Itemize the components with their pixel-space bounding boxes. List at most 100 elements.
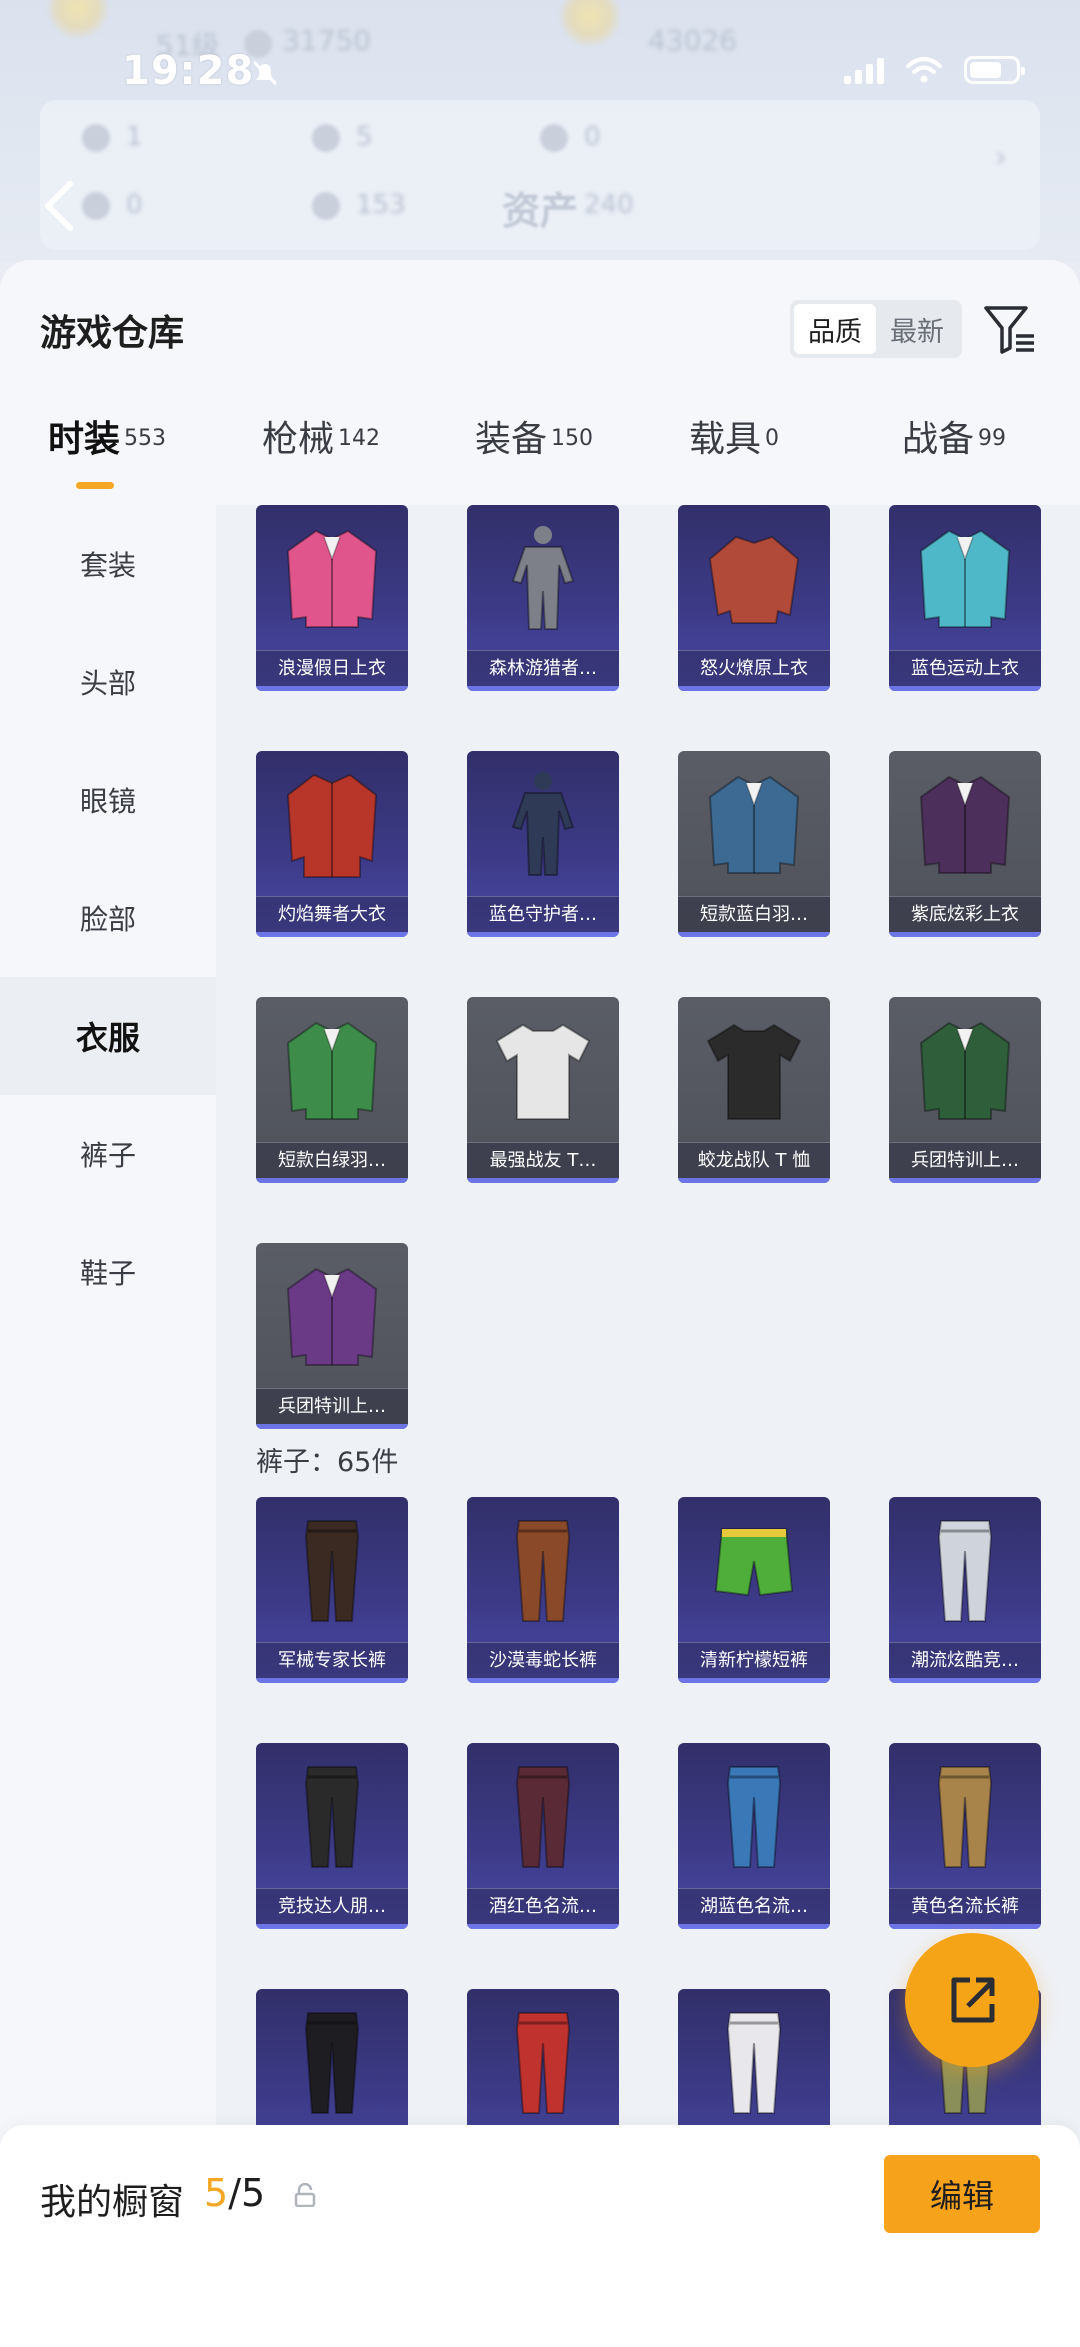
item-name: 怒火燎原上衣 (678, 650, 830, 686)
item-grid: 裤子：65件 浪漫假日上衣 森林游猎者… 怒火燎原上衣 蓝色运动上衣 灼焰舞者大… (216, 505, 1080, 2347)
outfit-icon (511, 526, 575, 630)
pants-icon (304, 1520, 360, 1622)
pants-section-heading: 裤子：65件 (256, 1447, 399, 1478)
tshirt-icon (706, 1023, 802, 1120)
item-name: 短款蓝白羽… (678, 896, 830, 932)
status-icons (844, 56, 1025, 84)
page-title: 游戏仓库 (40, 313, 185, 354)
item-name: 潮流炫酷竞… (889, 1642, 1041, 1678)
edit-button[interactable]: 编辑 (884, 2155, 1040, 2233)
clothing-card[interactable]: 蓝色运动上衣 (889, 505, 1041, 691)
lock-icon (294, 2183, 316, 2207)
nav-title: 资产 (501, 189, 578, 233)
rarity-bar (256, 1924, 408, 1929)
sidebar-item-head[interactable]: 头部 (0, 623, 216, 741)
pants-icon (726, 2012, 782, 2114)
clothing-card[interactable]: 浪漫假日上衣 (256, 505, 408, 691)
sweater-icon (708, 535, 800, 624)
clothing-card[interactable]: 短款蓝白羽… (678, 751, 830, 937)
filter-button[interactable] (982, 302, 1038, 358)
pants-icon (937, 1766, 993, 1868)
sort-newest-button[interactable]: 最新 (876, 304, 958, 354)
item-name: 最强战友 T… (467, 1142, 619, 1178)
pants-icon (304, 1766, 360, 1868)
rank-emblem-icon (48, 0, 108, 38)
sidebar-item-clothes[interactable]: 衣服 (0, 977, 216, 1095)
item-name: 竞技达人朋… (256, 1888, 408, 1924)
back-button[interactable] (40, 176, 80, 236)
battery-icon (964, 56, 1025, 84)
pants-card[interactable]: 酒红色名流… (467, 1743, 619, 1929)
coat-icon (286, 773, 378, 878)
tab-guns[interactable]: 枪械 142 (262, 410, 380, 505)
pants-card[interactable]: 沙漠毒蛇长裤 (467, 1497, 619, 1683)
clothing-card[interactable]: 兵团特训上… (889, 997, 1041, 1183)
rarity-bar (678, 1924, 830, 1929)
share-button[interactable] (905, 1933, 1039, 2067)
pants-card[interactable]: 清新柠檬短裤 (678, 1497, 830, 1683)
shorts-icon (714, 1528, 794, 1597)
clothing-card[interactable]: 怒火燎原上衣 (678, 505, 830, 691)
background-header: 51级 31750 43026 1 5 0 0 153 240 › 资产 19:… (0, 0, 1080, 262)
clothing-card[interactable]: 兵团特训上… (256, 1243, 408, 1429)
rarity-bar (467, 1924, 619, 1929)
jacket-icon (919, 1021, 1011, 1120)
share-icon (951, 1977, 995, 2023)
pants-icon (515, 1520, 571, 1622)
rarity-bar (467, 1178, 619, 1183)
pants-card[interactable]: 竞技达人朋… (256, 1743, 408, 1929)
sidebar-item-glasses[interactable]: 眼镜 (0, 741, 216, 859)
sidebar-item-outfits[interactable]: 套装 (0, 505, 216, 623)
tab-label: 枪械 (262, 419, 335, 460)
rarity-bar (467, 1678, 619, 1683)
pants-icon (726, 1766, 782, 1868)
chevron-right-icon: › (995, 140, 1007, 175)
pants-icon (304, 2012, 360, 2114)
clothing-card[interactable]: 紫底炫彩上衣 (889, 751, 1041, 937)
pants-icon (937, 1520, 993, 1622)
item-name: 沙漠毒蛇长裤 (467, 1642, 619, 1678)
rarity-bar (889, 686, 1041, 691)
item-name: 短款白绿羽… (256, 1142, 408, 1178)
rarity-bar (256, 1678, 408, 1683)
signal-icon (844, 56, 884, 84)
clothing-card[interactable]: 灼焰舞者大衣 (256, 751, 408, 937)
rarity-bar (889, 1924, 1041, 1929)
sort-toggle: 品质 最新 (790, 300, 962, 358)
item-name: 黄色名流长裤 (889, 1888, 1041, 1924)
rarity-bar (256, 932, 408, 937)
tab-fashion[interactable]: 时装 553 (48, 410, 166, 505)
item-name: 蛟龙战队 T 恤 (678, 1142, 830, 1178)
tab-supplies[interactable]: 战备 99 (902, 410, 1006, 505)
rarity-bar (678, 1678, 830, 1683)
sidebar-item-shoes[interactable]: 鞋子 (0, 1213, 216, 1331)
sidebar-item-face[interactable]: 脸部 (0, 859, 216, 977)
pants-card[interactable]: 黄色名流长裤 (889, 1743, 1041, 1929)
wifi-icon (906, 57, 942, 83)
pants-icon (515, 1766, 571, 1868)
tshirt-icon (495, 1023, 591, 1120)
pants-card[interactable]: 湖蓝色名流… (678, 1743, 830, 1929)
sidebar: 套装 头部 眼镜 脸部 衣服 裤子 鞋子 (0, 505, 216, 2347)
clothing-card[interactable]: 最强战友 T… (467, 997, 619, 1183)
tab-equipment[interactable]: 装备 150 (475, 410, 593, 505)
pants-card[interactable]: 潮流炫酷竞… (889, 1497, 1041, 1683)
jacket-icon (286, 529, 378, 628)
clothing-card[interactable]: 森林游猎者… (467, 505, 619, 691)
item-name: 清新柠檬短裤 (678, 1642, 830, 1678)
tab-vehicles[interactable]: 载具 0 (689, 410, 779, 505)
coins-text: 31750 (282, 24, 372, 57)
rarity-bar (678, 686, 830, 691)
tab-count: 0 (765, 425, 780, 451)
item-name: 浪漫假日上衣 (256, 650, 408, 686)
clothing-card[interactable]: 蓝色守护者… (467, 751, 619, 937)
jacket-icon (919, 775, 1011, 874)
sort-quality-button[interactable]: 品质 (794, 304, 876, 354)
pants-card[interactable]: 军械专家长裤 (256, 1497, 408, 1683)
clothing-card[interactable]: 短款白绿羽… (256, 997, 408, 1183)
sidebar-item-pants[interactable]: 裤子 (0, 1095, 216, 1213)
clothing-card[interactable]: 蛟龙战队 T 恤 (678, 997, 830, 1183)
tab-count: 99 (978, 425, 1007, 451)
rarity-bar (467, 932, 619, 937)
tab-label: 时装 (48, 419, 121, 460)
